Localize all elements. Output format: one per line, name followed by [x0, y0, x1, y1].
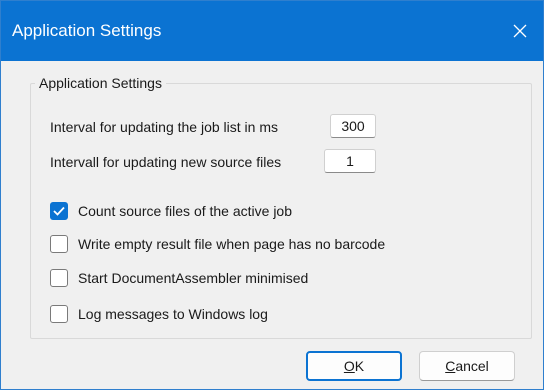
write-empty-result-label: Write empty result file when page has no…	[78, 236, 386, 252]
checkmark-icon	[53, 206, 65, 216]
settings-dialog: Application Settings Application Setting…	[0, 0, 544, 390]
job-interval-label: Interval for updating the job list in ms	[50, 119, 279, 135]
start-minimised-label: Start DocumentAssembler minimised	[78, 270, 309, 286]
close-button[interactable]	[497, 1, 543, 61]
window-title: Application Settings	[12, 21, 162, 40]
cancel-button[interactable]: Cancel	[419, 351, 515, 381]
count-source-files-checkbox[interactable]	[50, 202, 68, 220]
title-bar: Application Settings	[1, 1, 543, 61]
close-icon	[513, 24, 527, 38]
log-windows-label: Log messages to Windows log	[78, 306, 268, 322]
ok-label-rest: K	[354, 358, 365, 374]
log-windows-checkbox[interactable]	[50, 305, 68, 323]
ok-button[interactable]: OK	[306, 351, 402, 381]
source-interval-input[interactable]: 1	[324, 149, 376, 173]
start-minimised-checkbox[interactable]	[50, 269, 68, 287]
groupbox-caption: Application Settings	[35, 74, 166, 92]
cancel-mnemonic: C	[445, 358, 456, 374]
ok-mnemonic: O	[343, 358, 355, 374]
job-interval-input[interactable]: 300	[330, 114, 376, 138]
count-source-files-label: Count source files of the active job	[78, 203, 293, 219]
source-interval-label: Intervall for updating new source files	[50, 154, 282, 170]
cancel-label-rest: ancel	[455, 358, 489, 374]
write-empty-result-checkbox[interactable]	[50, 235, 68, 253]
